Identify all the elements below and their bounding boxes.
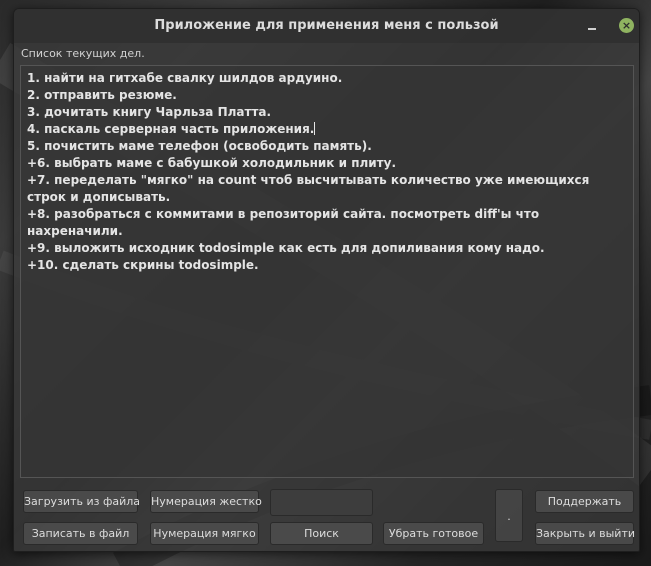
remove-done-button[interactable]: Убрать готовое [383,522,484,545]
todo-line: +10. сделать скрины todosimple. [27,258,259,272]
app-window: Приложение для применения меня с пользой… [13,8,640,552]
todo-line: +7. переделать "мягко" на count чтоб выс… [27,173,590,204]
todo-line: +9. выложить исходник todosimple как ест… [27,241,545,255]
todo-list-label: Список текущих дел. [21,47,145,60]
todo-line-with-caret: 4. паскаль серверная часть приложения. [27,121,627,138]
numbering-soft-button[interactable]: Нумерация мягко [150,522,259,545]
load-from-file-button[interactable]: Загрузить из файла [23,490,140,513]
todo-line: 2. отправить резюме. [27,88,177,102]
dot-button[interactable]: . [495,489,523,542]
close-and-exit-button[interactable]: Закрыть и выйти [535,522,635,545]
todo-line-text: 4. паскаль серверная часть приложения. [27,122,315,136]
window-title: Приложение для применения меня с пользой [154,18,499,33]
todo-line: 1. найти на гитхабе свалку шилдов ардуин… [27,71,343,85]
todo-line: +6. выбрать маме с бабушкой холодильник … [27,156,397,170]
todo-line: 5. почистить маме телефон (освободить па… [27,139,372,153]
todo-text-area[interactable]: 1. найти на гитхабе свалку шилдов ардуин… [20,65,634,478]
text-caret [314,122,316,135]
close-icon[interactable]: × [619,18,634,33]
numbering-hard-button[interactable]: Нумерация жестко [150,490,262,513]
search-button[interactable]: Поиск [270,522,373,545]
todo-line: 3. дочитать книгу Чарльза Платта. [27,105,272,119]
todo-line: +8. разобраться с коммитами в репозитори… [27,207,540,238]
search-input[interactable] [270,489,373,516]
title-bar: Приложение для применения меня с пользой… [14,9,639,43]
minimize-icon[interactable] [585,19,599,33]
write-to-file-button[interactable]: Записать в файл [23,522,138,545]
support-button[interactable]: Поддержать [535,490,634,513]
